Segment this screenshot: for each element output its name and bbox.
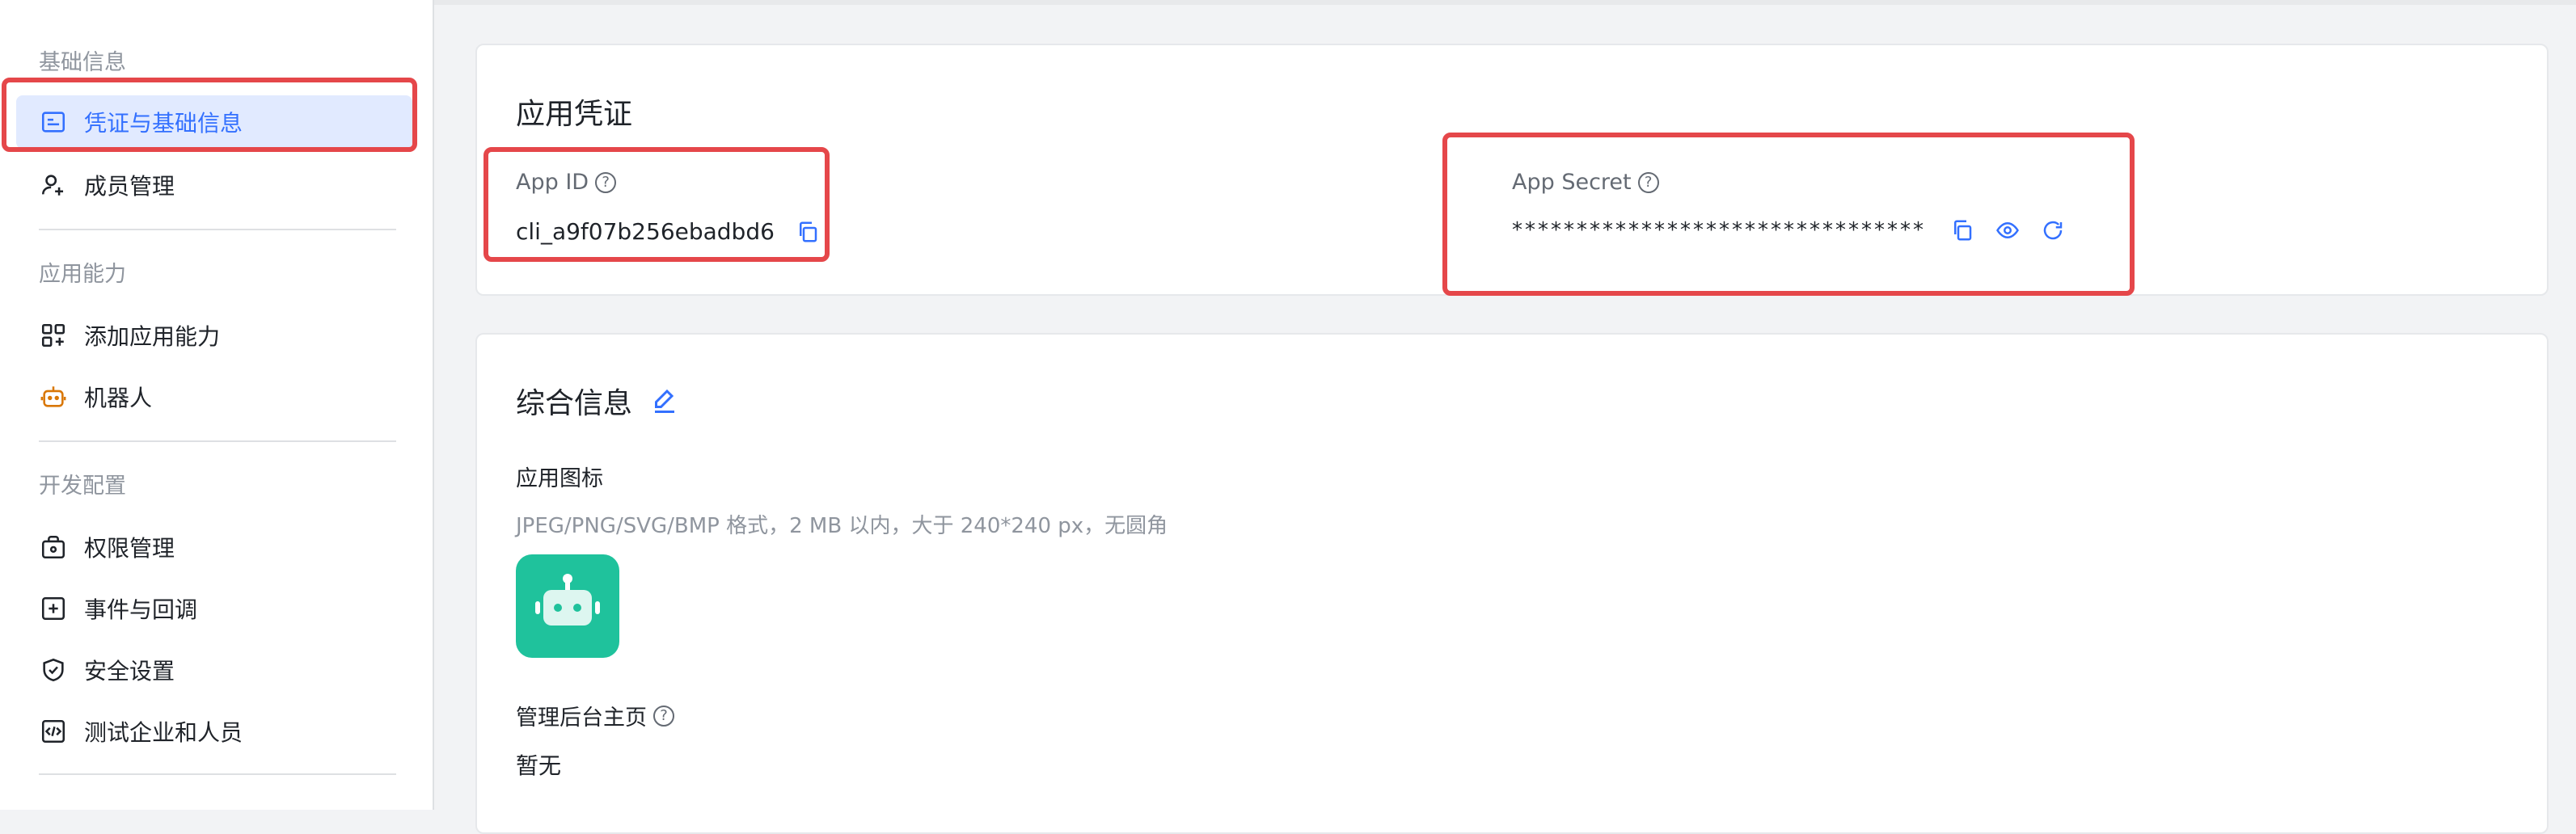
refresh-icon[interactable] xyxy=(2041,218,2065,242)
top-border xyxy=(434,0,2576,5)
app-icon-hint: JPEG/PNG/SVG/BMP 格式，2 MB 以内，大于 240*240 p… xyxy=(516,514,1168,538)
lock-bag-icon xyxy=(39,533,68,562)
general-title-text: 综合信息 xyxy=(516,387,633,420)
copy-icon[interactable] xyxy=(796,220,820,244)
admin-home-value: 暂无 xyxy=(516,752,562,779)
sidebar-item-test-orgs[interactable]: 测试企业和人员 xyxy=(16,705,412,758)
code-icon xyxy=(39,717,68,746)
app-secret-label: App Secret ? xyxy=(1512,170,1659,195)
app-secret-value: ******************************** xyxy=(1512,218,2065,242)
sidebar-item-label: 安全设置 xyxy=(84,658,175,684)
robot-icon xyxy=(39,382,68,411)
event-plus-icon xyxy=(39,594,68,623)
sidebar: 基础信息 凭证与基础信息 成员管理 应用能力 添加应用能力 机器人 开发配置 权… xyxy=(0,0,434,810)
sidebar-item-robot[interactable]: 机器人 xyxy=(16,370,412,423)
sidebar-divider xyxy=(39,440,396,442)
app-secret-masked-text: ******************************** xyxy=(1512,218,1926,242)
admin-home-label: 管理后台主页 ? xyxy=(516,700,674,731)
sidebar-item-label: 机器人 xyxy=(84,385,153,411)
sidebar-item-members[interactable]: 成员管理 xyxy=(16,158,412,212)
sidebar-item-label: 事件与回调 xyxy=(84,596,198,623)
app-icon[interactable] xyxy=(516,554,619,658)
sidebar-item-label: 测试企业和人员 xyxy=(84,719,243,746)
group-title-capabilities: 应用能力 xyxy=(39,262,126,287)
sidebar-item-events[interactable]: 事件与回调 xyxy=(16,582,412,635)
app-secret-label-text: App Secret xyxy=(1512,170,1632,195)
credentials-title: 应用凭证 xyxy=(516,98,633,131)
help-icon[interactable]: ? xyxy=(653,705,674,727)
sidebar-divider xyxy=(39,773,396,775)
general-info-card: 综合信息 应用图标 JPEG/PNG/SVG/BMP 格式，2 MB 以内，大于… xyxy=(475,333,2549,834)
help-icon[interactable]: ? xyxy=(595,171,617,193)
app-id-label-text: App ID xyxy=(516,170,589,195)
sidebar-item-label: 成员管理 xyxy=(84,173,175,200)
sidebar-item-label: 凭证与基础信息 xyxy=(84,110,243,137)
sidebar-item-permissions[interactable]: 权限管理 xyxy=(16,520,412,574)
sidebar-item-security[interactable]: 安全设置 xyxy=(16,643,412,697)
credential-icon xyxy=(39,107,68,137)
group-title-dev-config: 开发配置 xyxy=(39,474,126,499)
group-title-basic: 基础信息 xyxy=(39,50,126,75)
edit-icon[interactable] xyxy=(650,386,679,415)
sidebar-item-add-capability[interactable]: 添加应用能力 xyxy=(16,309,412,362)
sidebar-item-credentials[interactable]: 凭证与基础信息 xyxy=(16,95,412,149)
shield-icon xyxy=(39,655,68,684)
app-id-text: cli_a9f07b256ebadbd6 xyxy=(516,218,775,245)
sidebar-divider xyxy=(39,229,396,230)
add-member-icon xyxy=(39,171,68,200)
sidebar-item-label: 权限管理 xyxy=(84,535,175,562)
credentials-card: 应用凭证 App ID ? cli_a9f07b256ebadbd6 App S… xyxy=(475,44,2549,296)
general-title: 综合信息 xyxy=(516,380,679,422)
eye-icon[interactable] xyxy=(1995,218,2020,242)
admin-home-label-text: 管理后台主页 xyxy=(516,706,647,731)
app-icon-label: 应用图标 xyxy=(516,466,603,491)
app-id-value: cli_a9f07b256ebadbd6 xyxy=(516,218,820,245)
help-icon[interactable]: ? xyxy=(1637,171,1659,193)
grid-add-icon xyxy=(39,321,68,350)
sidebar-item-label: 添加应用能力 xyxy=(84,323,221,350)
copy-icon[interactable] xyxy=(1950,218,1974,242)
app-id-label: App ID ? xyxy=(516,170,617,195)
